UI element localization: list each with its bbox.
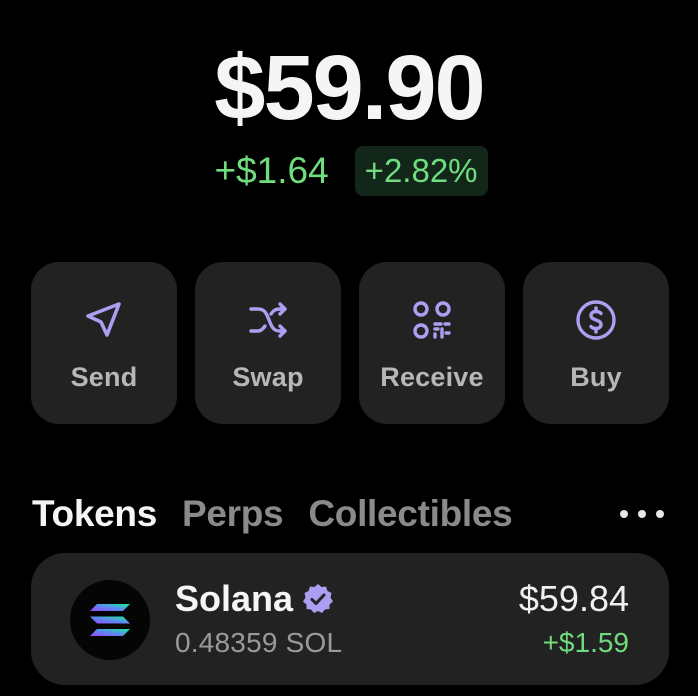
token-amount: 0.48359 SOL (175, 627, 343, 658)
solana-logo-icon (70, 580, 150, 660)
buy-button[interactable]: Buy (523, 262, 669, 424)
tab-tokens[interactable]: Tokens (32, 493, 157, 535)
swap-button[interactable]: Swap (195, 262, 341, 424)
asset-tabs: Tokens Perps Collectibles (32, 488, 666, 540)
dollar-circle-icon (574, 298, 618, 342)
swap-icon (246, 298, 290, 342)
token-name: Solana (175, 578, 294, 619)
send-label: Send (70, 362, 138, 392)
more-dot (620, 510, 628, 518)
send-button[interactable]: Send (31, 262, 177, 424)
action-buttons: Send Swap Receive Buy (31, 262, 669, 424)
more-dot (656, 510, 664, 518)
token-name-row: Solana (175, 577, 335, 621)
tab-perps[interactable]: Perps (182, 493, 284, 535)
qr-code-icon (410, 298, 454, 342)
token-change: +$1.59 (542, 627, 629, 658)
more-horizontal-icon[interactable] (620, 500, 664, 528)
send-icon (82, 298, 126, 342)
receive-label: Receive (380, 362, 484, 392)
swap-label: Swap (232, 362, 304, 392)
balance-change-row: +$1.64 +2.82% (0, 146, 698, 196)
buy-label: Buy (570, 362, 622, 392)
token-row-solana[interactable]: Solana 0.48359 SOL $59.84 +$1.59 (31, 553, 669, 685)
tab-collectibles[interactable]: Collectibles (308, 493, 512, 535)
balance-change-amount: +$1.64 (214, 150, 329, 191)
more-dot (638, 510, 646, 518)
receive-button[interactable]: Receive (359, 262, 505, 424)
balance-change-percent-badge: +2.82% (354, 146, 488, 196)
verified-badge-icon (301, 582, 335, 616)
balance-total: $59.90 (214, 37, 485, 139)
token-value: $59.84 (518, 578, 629, 619)
